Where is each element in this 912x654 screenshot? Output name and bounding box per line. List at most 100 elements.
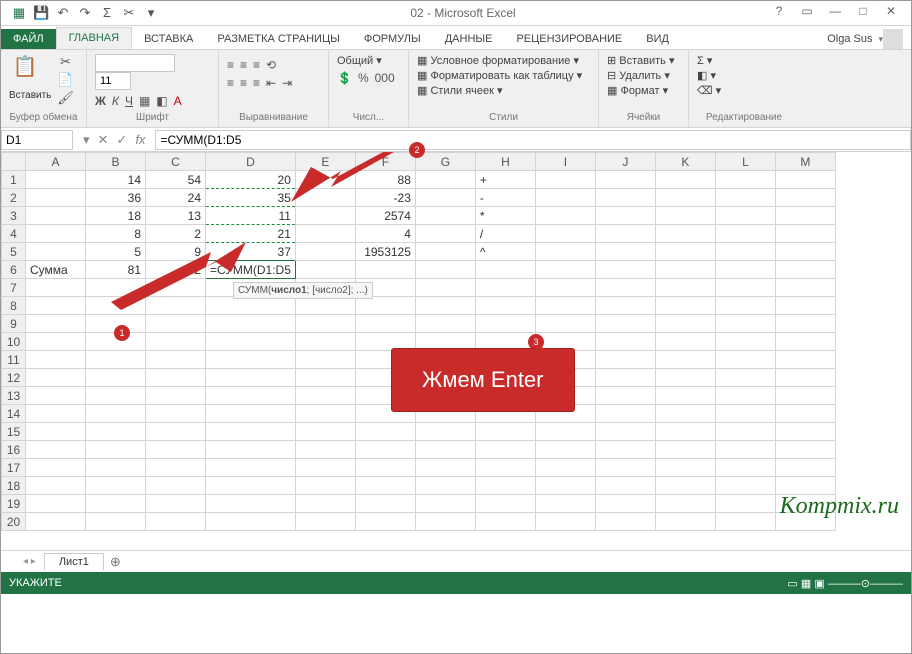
- cell-K6[interactable]: [655, 261, 715, 279]
- cell-L6[interactable]: [715, 261, 775, 279]
- user-name[interactable]: Olga Sus: [827, 33, 872, 45]
- cell-A3[interactable]: [26, 207, 86, 225]
- cell-C17[interactable]: [146, 459, 206, 477]
- row-header[interactable]: 17: [2, 459, 26, 477]
- cell-D2[interactable]: 35: [206, 189, 296, 207]
- cell-B11[interactable]: [86, 351, 146, 369]
- align-right-icon[interactable]: ≡: [253, 76, 260, 90]
- cell-L4[interactable]: [715, 225, 775, 243]
- cell-L16[interactable]: [715, 441, 775, 459]
- tab-insert[interactable]: ВСТАВКА: [132, 29, 205, 49]
- sheet-tab-1[interactable]: Лист1: [44, 553, 104, 570]
- cell-D20[interactable]: [206, 513, 296, 531]
- cell-A17[interactable]: [26, 459, 86, 477]
- cell-M5[interactable]: [775, 243, 835, 261]
- cell-D13[interactable]: [206, 387, 296, 405]
- cell-M13[interactable]: [775, 387, 835, 405]
- cell-H5[interactable]: ^: [475, 243, 535, 261]
- redo-icon[interactable]: ↷: [77, 5, 93, 21]
- cell-D10[interactable]: [206, 333, 296, 351]
- enter-icon[interactable]: ✓: [116, 132, 127, 148]
- cell-E9[interactable]: [295, 315, 355, 333]
- cell-C18[interactable]: [146, 477, 206, 495]
- cell-I7[interactable]: [535, 279, 595, 297]
- cell-K19[interactable]: [655, 495, 715, 513]
- tab-file[interactable]: ФАЙЛ: [1, 29, 56, 49]
- percent-icon[interactable]: %: [358, 71, 369, 85]
- cell-M4[interactable]: [775, 225, 835, 243]
- cell-L8[interactable]: [715, 297, 775, 315]
- cell-K9[interactable]: [655, 315, 715, 333]
- cell-A16[interactable]: [26, 441, 86, 459]
- font-name-select[interactable]: [95, 54, 175, 72]
- cell-C10[interactable]: [146, 333, 206, 351]
- cell-J5[interactable]: [595, 243, 655, 261]
- cell-L11[interactable]: [715, 351, 775, 369]
- cell-I17[interactable]: [535, 459, 595, 477]
- cell-C9[interactable]: [146, 315, 206, 333]
- cell-D16[interactable]: [206, 441, 296, 459]
- avatar[interactable]: [883, 29, 903, 49]
- cell-A12[interactable]: [26, 369, 86, 387]
- col-header-I[interactable]: I: [535, 153, 595, 171]
- italic-button[interactable]: К: [112, 94, 119, 108]
- align-middle-icon[interactable]: ≡: [240, 58, 247, 72]
- cell-K2[interactable]: [655, 189, 715, 207]
- cell-H17[interactable]: [475, 459, 535, 477]
- paste-icon[interactable]: 📋: [9, 54, 41, 90]
- row-header[interactable]: 14: [2, 405, 26, 423]
- cell-E19[interactable]: [295, 495, 355, 513]
- cell-F18[interactable]: [355, 477, 415, 495]
- cell-K11[interactable]: [655, 351, 715, 369]
- cell-M18[interactable]: [775, 477, 835, 495]
- cell-L7[interactable]: [715, 279, 775, 297]
- cell-K18[interactable]: [655, 477, 715, 495]
- align-top-icon[interactable]: ≡: [227, 58, 234, 72]
- cell-E4[interactable]: [295, 225, 355, 243]
- cell-C11[interactable]: [146, 351, 206, 369]
- cell-A15[interactable]: [26, 423, 86, 441]
- qat-dropdown-icon[interactable]: ▾: [143, 5, 159, 21]
- col-header-A[interactable]: A: [26, 153, 86, 171]
- fill-color-button[interactable]: ◧: [156, 94, 167, 108]
- close-icon[interactable]: ✕: [879, 4, 903, 22]
- cell-I18[interactable]: [535, 477, 595, 495]
- fill-button[interactable]: ◧ ▾: [697, 69, 791, 82]
- cell-J8[interactable]: [595, 297, 655, 315]
- cell-J19[interactable]: [595, 495, 655, 513]
- cell-H20[interactable]: [475, 513, 535, 531]
- dropdown-icon[interactable]: ▾: [83, 132, 90, 148]
- cell-K17[interactable]: [655, 459, 715, 477]
- tab-home[interactable]: ГЛАВНАЯ: [56, 27, 132, 49]
- cell-M16[interactable]: [775, 441, 835, 459]
- cell-A2[interactable]: [26, 189, 86, 207]
- name-box[interactable]: [1, 130, 73, 150]
- currency-icon[interactable]: 💲: [337, 71, 352, 85]
- cell-M2[interactable]: [775, 189, 835, 207]
- cell-E16[interactable]: [295, 441, 355, 459]
- cell-C16[interactable]: [146, 441, 206, 459]
- cell-A9[interactable]: [26, 315, 86, 333]
- cell-B13[interactable]: [86, 387, 146, 405]
- cell-H8[interactable]: [475, 297, 535, 315]
- cell-B12[interactable]: [86, 369, 146, 387]
- cell-A13[interactable]: [26, 387, 86, 405]
- fx-icon[interactable]: fx: [135, 132, 145, 148]
- cell-E11[interactable]: [295, 351, 355, 369]
- cell-L13[interactable]: [715, 387, 775, 405]
- cell-C3[interactable]: 13: [146, 207, 206, 225]
- cell-E10[interactable]: [295, 333, 355, 351]
- cell-E14[interactable]: [295, 405, 355, 423]
- cell-L2[interactable]: [715, 189, 775, 207]
- cell-M15[interactable]: [775, 423, 835, 441]
- row-header[interactable]: 18: [2, 477, 26, 495]
- cell-A11[interactable]: [26, 351, 86, 369]
- cell-I8[interactable]: [535, 297, 595, 315]
- cell-F20[interactable]: [355, 513, 415, 531]
- row-header[interactable]: 11: [2, 351, 26, 369]
- cell-I6[interactable]: [535, 261, 595, 279]
- cell-L17[interactable]: [715, 459, 775, 477]
- row-header[interactable]: 2: [2, 189, 26, 207]
- cell-L20[interactable]: [715, 513, 775, 531]
- cell-A4[interactable]: [26, 225, 86, 243]
